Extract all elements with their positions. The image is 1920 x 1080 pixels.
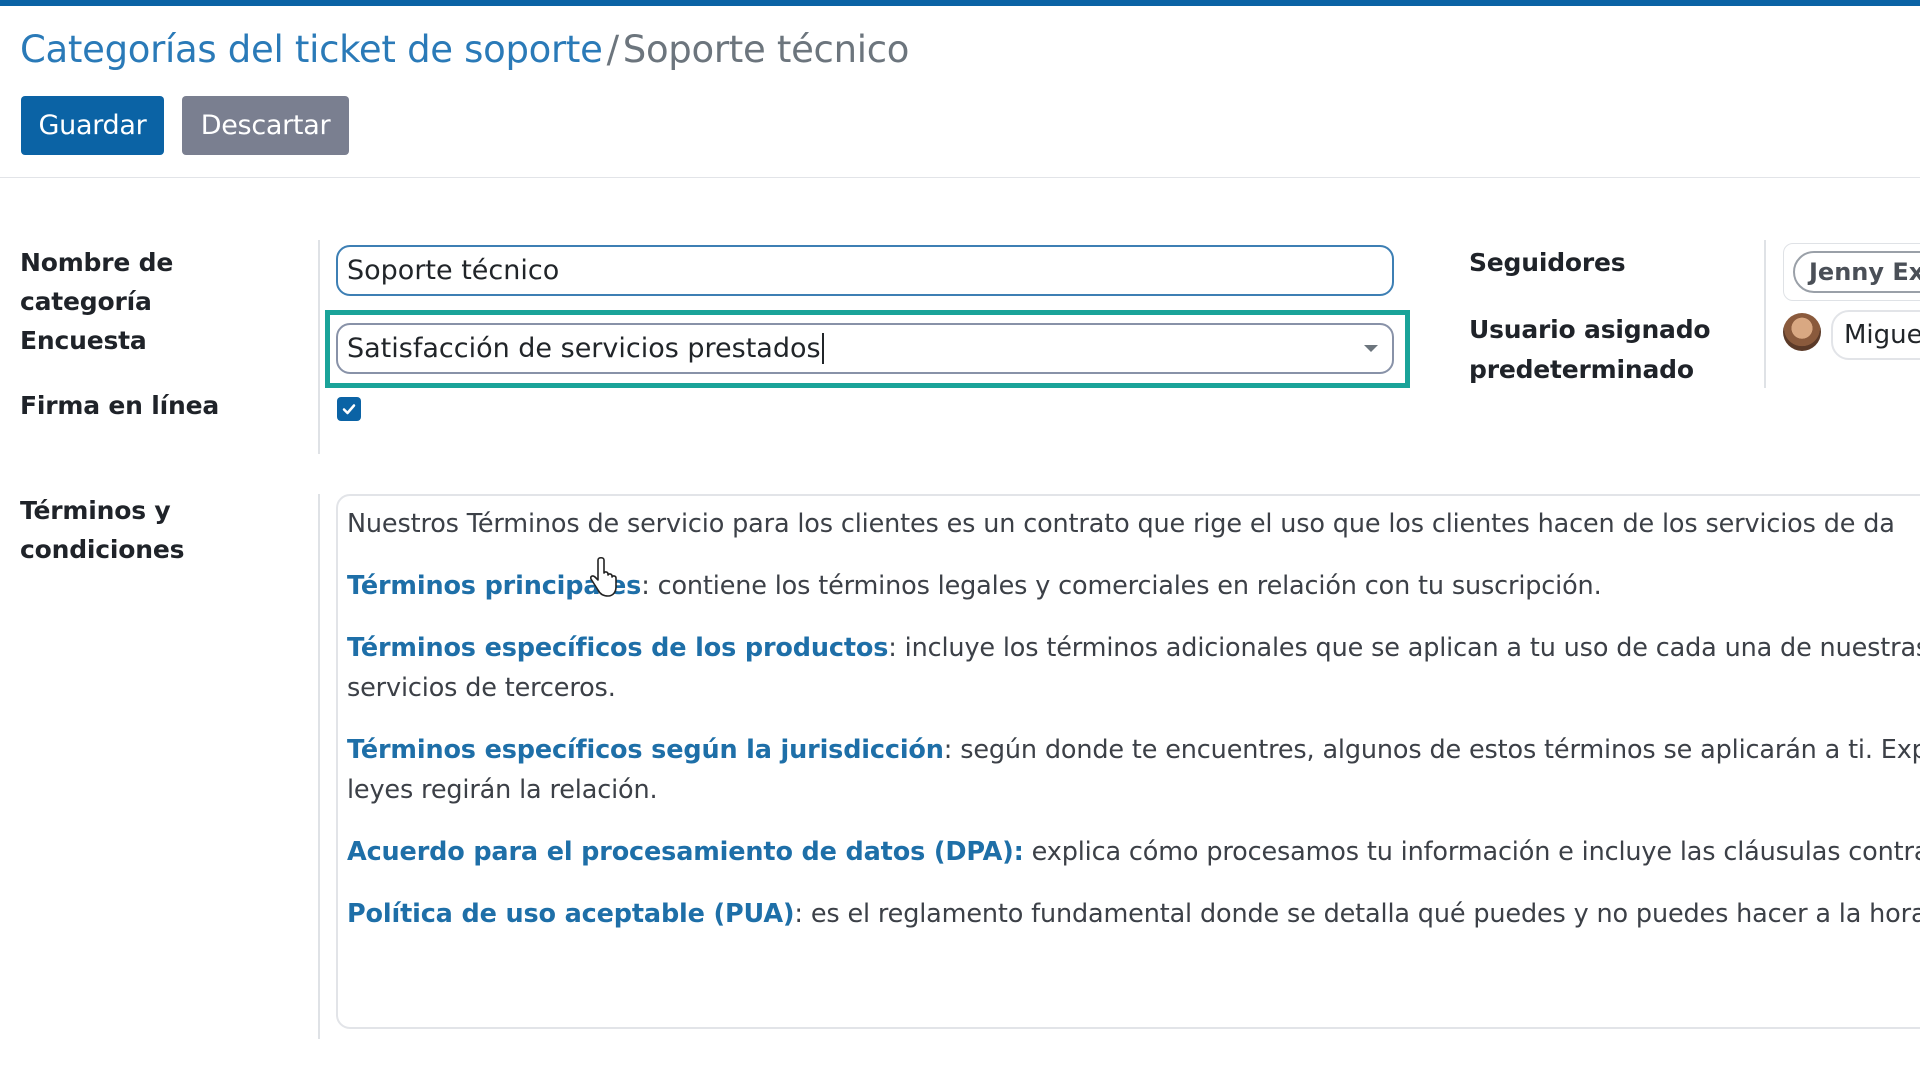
terms-link[interactable]: Términos específicos según la jurisdicci… <box>347 735 944 765</box>
hand-pointer-cursor-icon <box>590 556 617 597</box>
terms-link[interactable]: Términos específicos de los productos <box>347 633 888 663</box>
terms-link[interactable]: Acuerdo para el procesamiento de datos (… <box>347 837 1024 867</box>
terms-label: Términos y condiciones <box>20 496 185 564</box>
terms-paragraph: Términos específicos de los productos: i… <box>347 633 1920 663</box>
text-caret <box>821 333 824 364</box>
right-label-divider <box>1764 240 1766 388</box>
terms-paragraph: Política de uso aceptable (PUA): es el r… <box>347 899 1920 929</box>
online-signature-checkbox[interactable] <box>337 397 361 421</box>
terms-paragraph: Términos específicos según la jurisdicci… <box>347 735 1920 765</box>
header-divider <box>0 177 1920 178</box>
label-divider <box>318 240 320 454</box>
followers-label: Seguidores <box>1469 248 1626 277</box>
avatar <box>1783 313 1821 351</box>
survey-select[interactable]: Satisfacción de servicios prestados <box>336 323 1394 374</box>
top-accent-bar <box>0 0 1920 6</box>
category-name-label: Nombre de categoría <box>20 248 174 316</box>
terms-editor[interactable]: Nuestros Términos de servicio para los c… <box>336 494 1920 1029</box>
check-icon <box>342 404 356 415</box>
survey-label: Encuesta <box>20 326 147 355</box>
terms-divider <box>318 494 320 1039</box>
save-button[interactable]: Guardar <box>21 96 164 155</box>
breadcrumb-parent-link[interactable]: Categorías del ticket de soporte <box>20 28 603 71</box>
dropdown-arrow-icon[interactable] <box>1364 345 1378 352</box>
discard-button[interactable]: Descartar <box>182 96 349 155</box>
terms-paragraph: Términos principales: contiene los térmi… <box>347 571 1602 601</box>
default-assigned-user-label: Usuario asignado predeterminado <box>1469 315 1711 384</box>
terms-paragraph-cont: leyes regirán la relación. <box>347 775 658 805</box>
breadcrumb-current: Soporte técnico <box>622 28 910 71</box>
terms-link[interactable]: Política de uso aceptable (PUA) <box>347 899 795 929</box>
assigned-user-field[interactable]: Miguel <box>1831 310 1920 360</box>
terms-paragraph: Acuerdo para el procesamiento de datos (… <box>347 837 1920 867</box>
online-signature-label: Firma en línea <box>20 391 220 420</box>
follower-tag[interactable]: Jenny Exp <box>1793 251 1920 293</box>
category-name-input[interactable]: Soporte técnico <box>336 245 1394 296</box>
terms-intro: Nuestros Términos de servicio para los c… <box>347 509 1895 539</box>
breadcrumb-separator: / <box>606 28 619 71</box>
breadcrumb: Categorías del ticket de soporte / Soporte… <box>20 28 909 71</box>
terms-paragraph-cont: servicios de terceros. <box>347 673 616 703</box>
